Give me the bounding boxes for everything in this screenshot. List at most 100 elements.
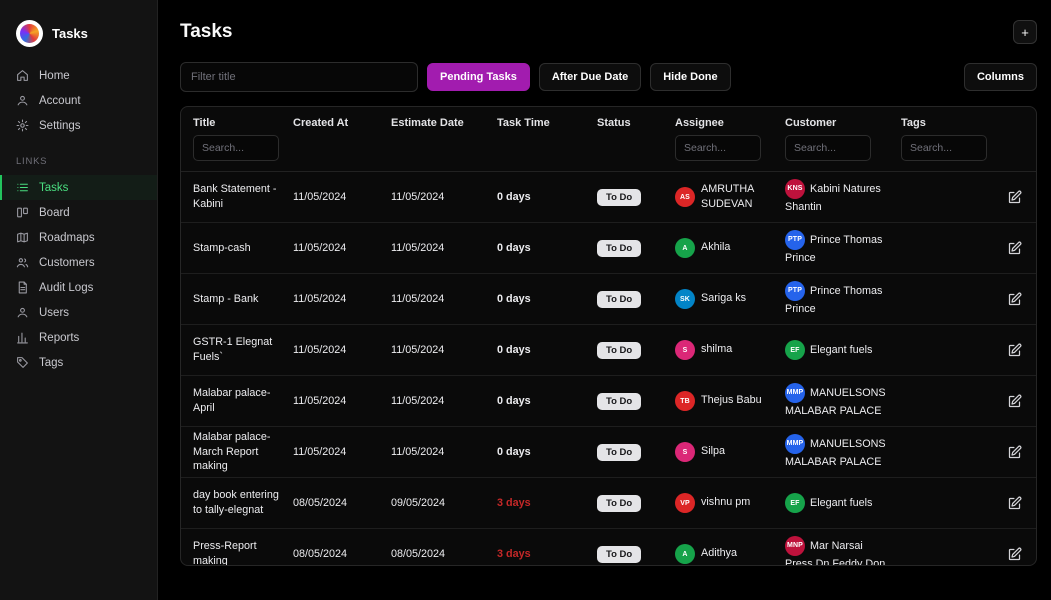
table-row[interactable]: Stamp - Bank 11/05/2024 11/05/2024 0 days To… xyxy=(181,274,1036,325)
customer-avatar: EF xyxy=(785,493,805,513)
status-badge: To Do xyxy=(597,290,642,308)
sidebar-item-settings[interactable]: Settings xyxy=(0,113,157,138)
sort-icon[interactable] xyxy=(468,118,479,129)
pending-tasks-button[interactable]: Pending Tasks xyxy=(427,63,530,91)
task-estimate-date: 08/05/2024 xyxy=(391,548,446,560)
status-cell: To Do xyxy=(597,494,675,512)
search-input-customer[interactable] xyxy=(785,135,871,161)
task-time: 0 days xyxy=(497,191,531,203)
task-created-at: 11/05/2024 xyxy=(293,446,347,458)
sort-icon[interactable] xyxy=(635,118,646,129)
column-label: Customer xyxy=(785,117,837,129)
edit-icon[interactable] xyxy=(1007,445,1022,460)
table-row[interactable]: GSTR-1 Elegnat Fuels` 11/05/2024 11/05/202… xyxy=(181,325,1036,376)
task-created-at: 11/05/2024 xyxy=(293,395,347,407)
edit-icon[interactable] xyxy=(1007,547,1022,562)
sidebar-item-label: Home xyxy=(39,69,70,82)
status-cell: To Do xyxy=(597,443,675,461)
column-search-title xyxy=(181,135,293,161)
add-task-button[interactable]: + xyxy=(1013,20,1037,44)
edit-icon[interactable] xyxy=(1007,292,1022,307)
after-due-date-button[interactable]: After Due Date xyxy=(538,63,642,91)
search-input-tags[interactable] xyxy=(901,135,987,161)
table-row[interactable]: Malabar palace-March Report making 11/05/… xyxy=(181,427,1036,478)
column-header-estimate-date[interactable]: Estimate Date xyxy=(391,117,497,129)
column-search-tags xyxy=(901,135,998,161)
task-time: 0 days xyxy=(497,446,531,458)
reports-icon xyxy=(16,331,29,344)
customer-name: Elegant fuels xyxy=(810,496,873,509)
assignee-cell: S Silpa xyxy=(675,442,785,462)
column-header-title[interactable]: Title xyxy=(181,117,293,129)
task-created-at: 11/05/2024 xyxy=(293,191,347,203)
table-row[interactable]: Malabar palace-April 11/05/2024 11/05/2024… xyxy=(181,376,1036,427)
customer-cell: PTP Prince Thomas Prince xyxy=(785,229,901,267)
columns-button[interactable]: Columns xyxy=(963,63,1037,91)
sidebar-item-label: Tasks xyxy=(39,181,69,194)
app-logo-icon xyxy=(16,20,43,47)
column-search-assignee xyxy=(675,135,785,161)
sidebar-item-customers[interactable]: Customers xyxy=(0,250,157,275)
edit-icon[interactable] xyxy=(1007,394,1022,409)
edit-icon[interactable] xyxy=(1007,241,1022,256)
customer-cell: MNP Mar Narsai Press Dn Feddy Don xyxy=(785,535,901,565)
sort-icon[interactable] xyxy=(352,118,363,129)
customer-avatar: MMP xyxy=(785,382,805,403)
sidebar-item-label: Users xyxy=(39,306,70,319)
hide-done-button[interactable]: Hide Done xyxy=(650,63,731,91)
sidebar-item-roadmaps[interactable]: Roadmaps xyxy=(0,225,157,250)
column-label: Estimate Date xyxy=(391,117,464,129)
sidebar-item-audit-logs[interactable]: Audit Logs xyxy=(0,275,157,300)
sidebar-item-board[interactable]: Board xyxy=(0,200,157,225)
table-row[interactable]: Bank Statement - Kabini 11/05/2024 11/05/2… xyxy=(181,172,1036,223)
sidebar-item-tags[interactable]: Tags xyxy=(0,350,157,375)
status-badge: To Do xyxy=(597,545,642,563)
filter-title-input[interactable] xyxy=(180,62,418,92)
assignee-cell: Sshilma xyxy=(675,340,785,360)
sidebar-item-account[interactable]: Account xyxy=(0,88,157,113)
task-estimate-date: 11/05/2024 xyxy=(391,242,445,254)
assignee-avatar: S xyxy=(675,442,695,462)
sidebar-item-label: Settings xyxy=(39,119,81,132)
edit-icon[interactable] xyxy=(1007,496,1022,511)
sidebar-item-label: Board xyxy=(39,206,70,219)
sort-icon[interactable] xyxy=(728,118,739,129)
table-row[interactable]: Stamp-cash 11/05/2024 11/05/2024 0 days To D… xyxy=(181,223,1036,274)
column-header-assignee[interactable]: Assignee xyxy=(675,117,785,129)
task-estimate-date: 11/05/2024 xyxy=(391,446,445,458)
sidebar-item-tasks[interactable]: Tasks xyxy=(0,175,157,200)
table-row[interactable]: day book entering to tally-elegnat 08/05/… xyxy=(181,478,1036,529)
sidebar-item-home[interactable]: Home xyxy=(0,63,157,88)
task-created-at: 08/05/2024 xyxy=(293,497,348,509)
customer-avatar: KNS xyxy=(785,178,805,199)
gear-icon xyxy=(16,119,29,132)
table-row[interactable]: Press-Report making 08/05/2024 08/05/2024 3… xyxy=(181,529,1036,565)
actions-cell xyxy=(998,394,1036,409)
sidebar-item-users[interactable]: Users xyxy=(0,300,157,325)
task-time: 0 days xyxy=(497,395,531,407)
search-input-assignee[interactable] xyxy=(675,135,761,161)
column-header-tags[interactable]: Tags xyxy=(901,117,998,129)
sort-icon[interactable] xyxy=(219,118,230,129)
filter-row: Pending Tasks After Due Date Hide Done C… xyxy=(180,62,1037,92)
actions-cell xyxy=(998,343,1036,358)
edit-icon[interactable] xyxy=(1007,343,1022,358)
customer-cell: MMP MANUELSONS MALABAR PALACE xyxy=(785,382,901,420)
actions-cell xyxy=(998,292,1036,307)
sort-icon[interactable] xyxy=(840,118,851,129)
search-input-title[interactable] xyxy=(193,135,279,161)
sidebar-item-reports[interactable]: Reports xyxy=(0,325,157,350)
column-header-status[interactable]: Status xyxy=(597,117,675,129)
assignee-name: Silpa xyxy=(701,445,726,458)
edit-icon[interactable] xyxy=(1007,190,1022,205)
task-title: day book entering to tally-elegnat xyxy=(193,489,279,516)
page-header: Tasks + xyxy=(180,20,1037,44)
task-title: Stamp-cash xyxy=(193,241,251,254)
column-header-created-at[interactable]: Created At xyxy=(293,117,391,129)
status-cell: To Do xyxy=(597,188,675,206)
assignee-cell: TB Thejus Babu xyxy=(675,391,785,411)
sort-icon[interactable] xyxy=(930,118,941,129)
column-header-task-time[interactable]: Task Time xyxy=(497,117,597,129)
column-header-customer[interactable]: Customer xyxy=(785,117,901,129)
customer-avatar: PTP xyxy=(785,229,805,250)
